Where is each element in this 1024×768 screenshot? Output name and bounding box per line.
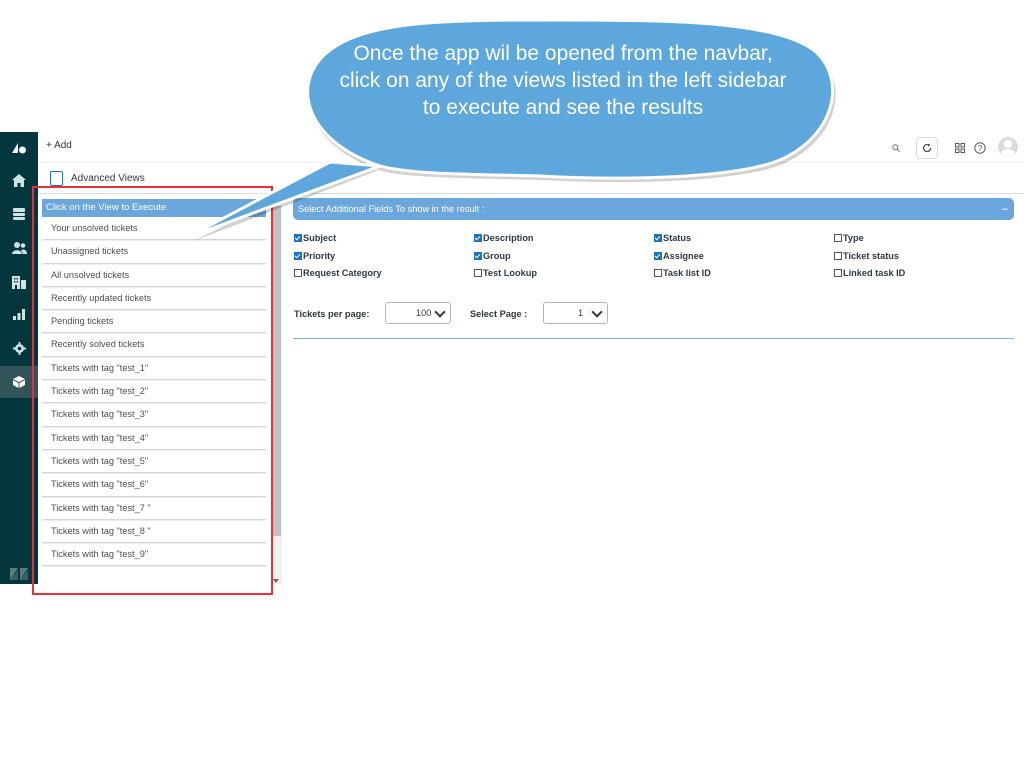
field-checkbox-linked-task-id[interactable]: Linked task ID [834, 268, 905, 278]
checkbox-unchecked-icon[interactable] [834, 269, 842, 277]
field-checkbox-test-lookup[interactable]: Test Lookup [474, 268, 537, 278]
chevron-down-icon [591, 306, 603, 318]
checkbox-unchecked-icon[interactable] [294, 269, 302, 277]
tutorial-callout [185, 18, 836, 242]
select-page-label: Select Page : [470, 309, 528, 319]
results-divider [293, 338, 1014, 339]
select-page-select[interactable]: 1 [543, 302, 608, 324]
scroll-down-arrow-icon[interactable] [273, 579, 279, 583]
select-page-value: 1 [578, 308, 584, 318]
field-checkbox-request-category[interactable]: Request Category [294, 268, 382, 278]
tickets-per-page-select[interactable]: 100 [385, 302, 451, 324]
checkbox-unchecked-icon[interactable] [474, 269, 482, 277]
checkbox-unchecked-icon[interactable] [654, 269, 662, 277]
callout-text: Once the app wil be opened from the navb… [339, 42, 787, 119]
tickets-per-page-label: Tickets per page: [294, 309, 370, 319]
tickets-per-page-value: 100 [416, 308, 432, 318]
chevron-down-icon [434, 306, 446, 318]
field-checkbox-task-list-id[interactable]: Task list ID [654, 268, 711, 278]
